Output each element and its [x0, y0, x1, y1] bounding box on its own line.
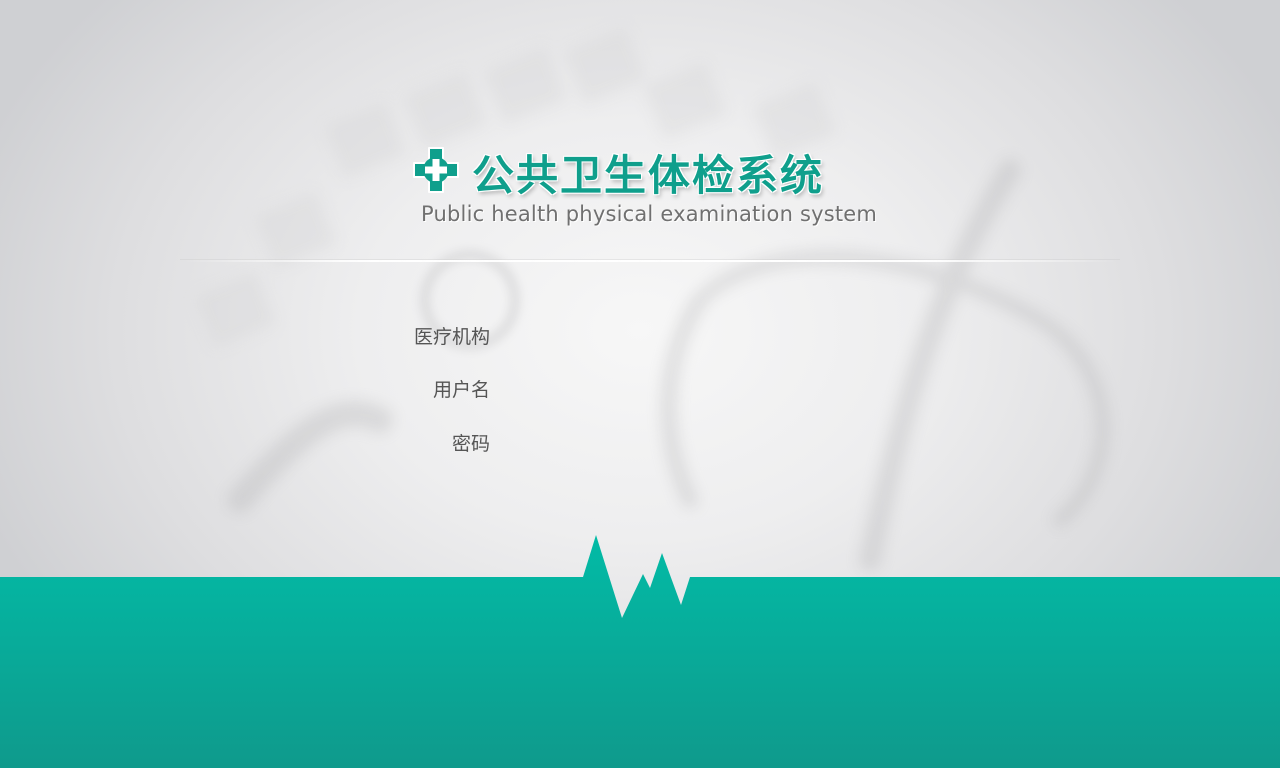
username-input[interactable]	[504, 369, 768, 403]
username-row: 用户名	[380, 369, 880, 403]
password-input[interactable]	[504, 423, 768, 457]
app-title: 公共卫生体检系统	[472, 151, 825, 200]
username-label: 用户名	[432, 379, 490, 401]
medical-cross-icon	[413, 147, 459, 193]
brand-header: 公共卫生体检系统 Public health physical examinat…	[412, 142, 877, 242]
password-row: 密码	[380, 423, 880, 457]
password-label: 密码	[451, 433, 490, 455]
app-subtitle: Public health physical examination syste…	[421, 202, 878, 226]
login-page: 公共卫生体检系统 Public health physical examinat…	[0, 0, 1280, 768]
institution-row: 医疗机构	[380, 316, 880, 350]
login-form: 医疗机构 用户名 密码	[380, 316, 880, 476]
institution-input[interactable]	[504, 316, 768, 350]
header-divider	[180, 260, 1120, 262]
heartbeat-footer-band	[0, 535, 1280, 768]
institution-label: 医疗机构	[413, 326, 490, 348]
